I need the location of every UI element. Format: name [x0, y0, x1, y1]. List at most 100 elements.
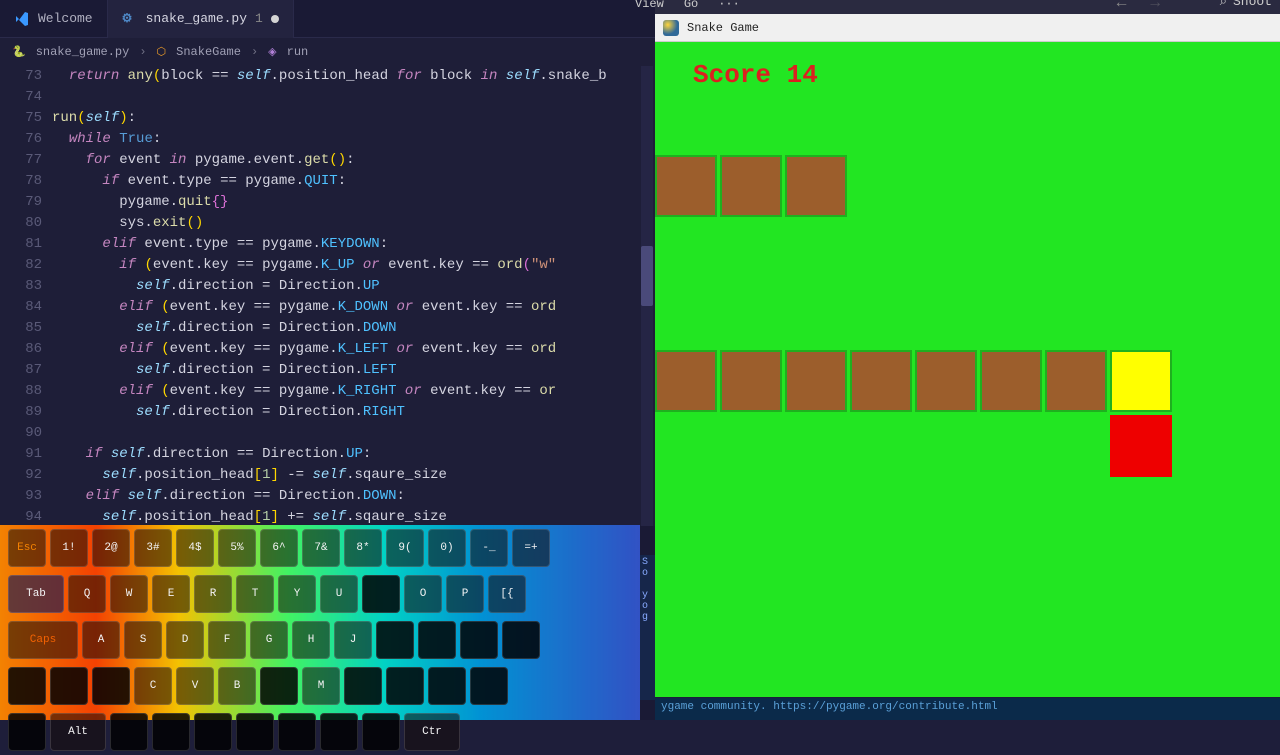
- breadcrumbs[interactable]: 🐍 snake_game.py › ⬡ SnakeGame › ◈ run: [0, 38, 655, 66]
- line-number: 80: [0, 213, 42, 234]
- code-line[interactable]: elif (event.key == pygame.K_DOWN or even…: [52, 297, 655, 318]
- keyboard-key: 7&: [302, 529, 340, 567]
- keyboard-key: W: [110, 575, 148, 613]
- keyboard-key: H: [292, 621, 330, 659]
- code-line[interactable]: elif self.direction == Direction.DOWN:: [52, 486, 655, 507]
- keyboard-key: [362, 575, 400, 613]
- game-canvas[interactable]: Score 14: [655, 42, 1280, 697]
- line-number: 84: [0, 297, 42, 318]
- window-title: Snake Game: [687, 21, 759, 35]
- keyboard-key: 8*: [344, 529, 382, 567]
- code-line[interactable]: elif event.type == pygame.KEYDOWN:: [52, 234, 655, 255]
- tab-badge: 1: [255, 11, 263, 26]
- keyboard-row: Esc1!2@3#4$5%6^7&8*9(0)-_=+: [0, 525, 640, 571]
- line-number: 86: [0, 339, 42, 360]
- keyboard-key: [194, 713, 232, 751]
- method-icon: ◈: [268, 45, 276, 59]
- keyboard-key: [8, 713, 46, 751]
- code-line[interactable]: if self.direction == Direction.UP:: [52, 444, 655, 465]
- code-line[interactable]: run(self):: [52, 108, 655, 129]
- code-line[interactable]: [52, 87, 655, 108]
- code-text[interactable]: return any(block == self.position_head f…: [52, 66, 655, 526]
- menu-more[interactable]: ···: [718, 0, 740, 11]
- keyboard-key: B: [218, 667, 256, 705]
- keyboard-key: [92, 667, 130, 705]
- snake-segment: [850, 350, 912, 412]
- snake-head: [1110, 350, 1172, 412]
- vscode-icon: [14, 11, 30, 27]
- code-line[interactable]: [52, 423, 655, 444]
- dirty-indicator-icon: [271, 15, 279, 23]
- class-icon: ⬡: [157, 45, 167, 59]
- line-number: 76: [0, 129, 42, 150]
- code-line[interactable]: elif (event.key == pygame.K_LEFT or even…: [52, 339, 655, 360]
- keyboard-key: [152, 713, 190, 751]
- snake-segment: [980, 350, 1042, 412]
- keyboard-key: A: [82, 621, 120, 659]
- keyboard-key: M: [302, 667, 340, 705]
- keyboard-key: V: [176, 667, 214, 705]
- line-number: 90: [0, 423, 42, 444]
- snake-segment: [655, 155, 717, 217]
- code-line[interactable]: self.direction = Direction.RIGHT: [52, 402, 655, 423]
- line-number: 81: [0, 234, 42, 255]
- snake-segment: [1045, 350, 1107, 412]
- code-line[interactable]: self.direction = Direction.UP: [52, 276, 655, 297]
- breadcrumb-file[interactable]: snake_game.py: [36, 45, 130, 59]
- terminal-text: ygame community. https://pygame.org/cont…: [661, 701, 998, 713]
- snake-segment: [720, 155, 782, 217]
- code-line[interactable]: sys.exit(): [52, 213, 655, 234]
- code-line[interactable]: pygame.quit{}: [52, 192, 655, 213]
- tab-snake-game[interactable]: ⚙ snake_game.py 1: [108, 0, 294, 38]
- code-line[interactable]: self.direction = Direction.LEFT: [52, 360, 655, 381]
- code-line[interactable]: if (event.key == pygame.K_UP or event.ke…: [52, 255, 655, 276]
- keyboard-key: J: [334, 621, 372, 659]
- code-line[interactable]: self.position_head[1] += self.sqaure_siz…: [52, 507, 655, 526]
- line-number: 77: [0, 150, 42, 171]
- chevron-right-icon: ›: [139, 45, 146, 59]
- keyboard-key: R: [194, 575, 232, 613]
- editor-tabs-bar: Welcome ⚙ snake_game.py 1: [0, 0, 655, 38]
- line-number: 75: [0, 108, 42, 129]
- minimap-thumb[interactable]: [641, 246, 653, 306]
- keyboard-key: Alt: [50, 713, 106, 751]
- menu-view[interactable]: View: [635, 0, 664, 11]
- breadcrumb-method[interactable]: run: [287, 45, 309, 59]
- keyboard-key: [344, 667, 382, 705]
- line-number: 83: [0, 276, 42, 297]
- code-line[interactable]: self.position_head[1] -= self.sqaure_siz…: [52, 465, 655, 486]
- code-editor[interactable]: 7374757677787980818283848586878889909192…: [0, 66, 655, 526]
- game-title-bar[interactable]: Snake Game: [655, 14, 1280, 42]
- keyboard-key: Y: [278, 575, 316, 613]
- breadcrumb-class[interactable]: SnakeGame: [176, 45, 241, 59]
- search-icon: ⌕: [1220, 0, 1227, 9]
- keyboard-key: 0): [428, 529, 466, 567]
- code-line[interactable]: while True:: [52, 129, 655, 150]
- nav-forward-icon[interactable]: →: [1150, 0, 1160, 12]
- snake-segment: [785, 155, 847, 217]
- code-line[interactable]: self.direction = Direction.DOWN: [52, 318, 655, 339]
- food-block: [1110, 415, 1172, 477]
- keyboard-key: [460, 621, 498, 659]
- python-icon: 🐍: [12, 45, 26, 59]
- line-number: 74: [0, 87, 42, 108]
- nav-back-icon[interactable]: ←: [1117, 0, 1127, 12]
- window-menubar-partial: View Go ··· ← → ⌕ Shoot: [655, 0, 1280, 14]
- score-value: 14: [787, 60, 818, 90]
- keyboard-key: [502, 621, 540, 659]
- vscode-editor-pane: Welcome ⚙ snake_game.py 1 🐍 snake_game.p…: [0, 0, 655, 720]
- keyboard-key: G: [250, 621, 288, 659]
- keyboard-row: AltCtr: [0, 709, 640, 755]
- menu-go[interactable]: Go: [684, 0, 698, 11]
- pygame-app-icon: [663, 20, 679, 36]
- shoot-button[interactable]: ⌕ Shoot: [1220, 0, 1272, 9]
- line-number: 89: [0, 402, 42, 423]
- code-line[interactable]: for event in pygame.event.get():: [52, 150, 655, 171]
- line-number: 88: [0, 381, 42, 402]
- tab-welcome[interactable]: Welcome: [0, 0, 108, 38]
- keyboard-key: [418, 621, 456, 659]
- code-line[interactable]: elif (event.key == pygame.K_RIGHT or eve…: [52, 381, 655, 402]
- code-line[interactable]: if event.type == pygame.QUIT:: [52, 171, 655, 192]
- editor-minimap[interactable]: [641, 66, 653, 526]
- code-line[interactable]: return any(block == self.position_head f…: [52, 66, 655, 87]
